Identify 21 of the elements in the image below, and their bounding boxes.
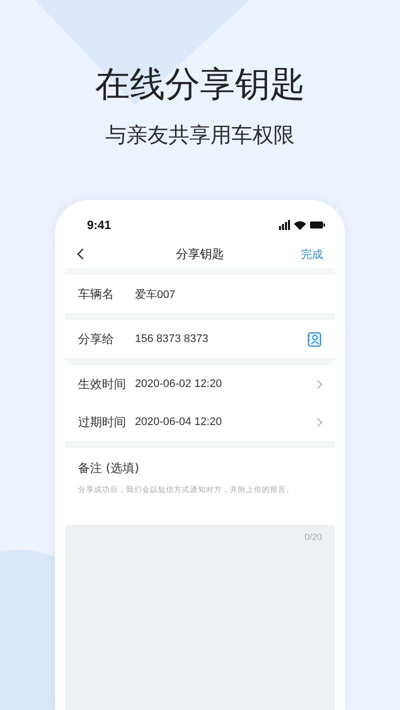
chevron-right-icon[interactable] bbox=[317, 418, 322, 426]
chevron-right-icon[interactable] bbox=[317, 380, 322, 388]
date-value: 2020-06-02 12:20 bbox=[135, 378, 223, 390]
date-value: 2020-06-04 12:20 bbox=[135, 416, 223, 428]
nav-title: 分享钥匙 bbox=[176, 246, 224, 262]
field-value: 156 8373 8373 bbox=[135, 333, 210, 345]
character-counter: 0/20 bbox=[304, 532, 322, 542]
back-icon[interactable] bbox=[77, 248, 85, 260]
done-button[interactable]: 完成 bbox=[301, 246, 323, 262]
note-input-field[interactable]: 0/20 bbox=[65, 525, 335, 710]
subtitle: 与亲友共享用车权限 bbox=[106, 122, 294, 149]
contact-book-icon[interactable] bbox=[307, 332, 322, 346]
field-label: 车辆名 bbox=[78, 286, 115, 302]
field-label: 过期时间 bbox=[78, 414, 127, 430]
field-label: 生效时间 bbox=[78, 376, 127, 392]
field-label: 分享给 bbox=[78, 330, 115, 348]
status-icons bbox=[279, 220, 325, 230]
status-time: 9:41 bbox=[87, 218, 112, 232]
field-value: 爱车007 bbox=[135, 288, 176, 302]
note-label: 备注 (选填) bbox=[78, 460, 140, 477]
headline: 在线分享钥匙 bbox=[95, 64, 305, 107]
